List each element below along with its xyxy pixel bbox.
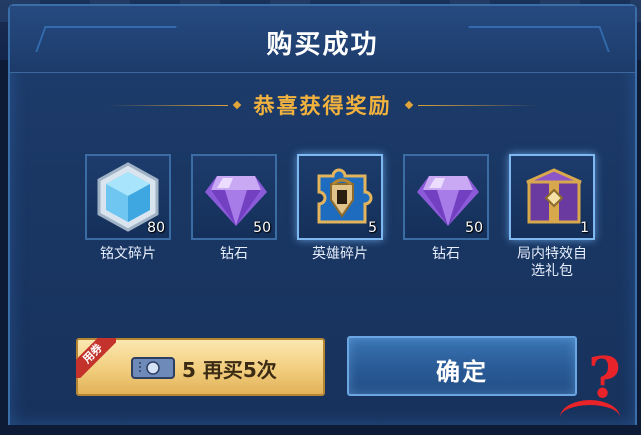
reward-item-inscription-fragment[interactable]: 80 铭文碎片 xyxy=(74,154,182,263)
subtitle-line-left xyxy=(107,104,228,106)
reward-slot[interactable]: 80 xyxy=(85,154,171,240)
subtitle-dot-right xyxy=(404,100,413,110)
subtitle-row: 恭喜获得奖励 xyxy=(10,88,635,122)
reward-name: 铭文碎片 xyxy=(100,246,156,262)
reward-count: 50 xyxy=(253,220,271,236)
reward-slot[interactable]: 50 xyxy=(403,154,489,240)
effect-gift-box-icon xyxy=(526,168,582,224)
dialog-title: 购买成功 xyxy=(266,30,379,60)
question-mark-icon: ? xyxy=(588,345,621,411)
reward-item-diamond[interactable]: 50 钻石 xyxy=(180,154,288,263)
confirm-button[interactable]: 确定 xyxy=(347,336,577,396)
coupon-ribbon: 用券 xyxy=(76,338,116,378)
coupon-ticket-icon xyxy=(131,357,175,379)
coupon-badge-label: 用券 xyxy=(76,338,116,378)
reward-subtitle: 恭喜获得奖励 xyxy=(253,94,392,118)
reward-item-effect-gift-box[interactable]: 1 局内特效自 选礼包 xyxy=(498,154,606,280)
reward-slot[interactable]: 1 xyxy=(509,154,595,240)
reward-item-hero-fragment[interactable]: 5 英雄碎片 xyxy=(286,154,394,263)
reward-name: 局内特效自 选礼包 xyxy=(517,246,587,279)
confirm-label: 确定 xyxy=(436,358,488,386)
subtitle-dot-left xyxy=(232,100,241,110)
reward-name: 钻石 xyxy=(432,246,460,262)
reward-count: 80 xyxy=(147,220,165,236)
buy-again-button[interactable]: 用券 5 再买5次 xyxy=(76,338,325,396)
reward-count: 50 xyxy=(465,220,483,236)
title-bar: 购买成功 xyxy=(10,6,635,73)
subtitle-line-right xyxy=(417,104,538,106)
buy-again-label: 5 再买5次 xyxy=(182,358,277,382)
reward-item-diamond[interactable]: 50 钻石 xyxy=(392,154,500,263)
reward-name: 钻石 xyxy=(220,246,248,262)
reward-slot[interactable]: 5 xyxy=(297,154,383,240)
reward-count: 1 xyxy=(580,220,589,236)
reward-count: 5 xyxy=(368,220,377,236)
reward-list: 80 铭文碎片 50 钻石 5 英雄碎片 50 钻石 1 局内特效自 选礼包 xyxy=(74,154,595,284)
red-annotation-curve xyxy=(560,400,620,435)
reward-slot[interactable]: 50 xyxy=(191,154,277,240)
hero-fragment-icon xyxy=(317,168,373,224)
reward-name: 英雄碎片 xyxy=(312,246,368,262)
